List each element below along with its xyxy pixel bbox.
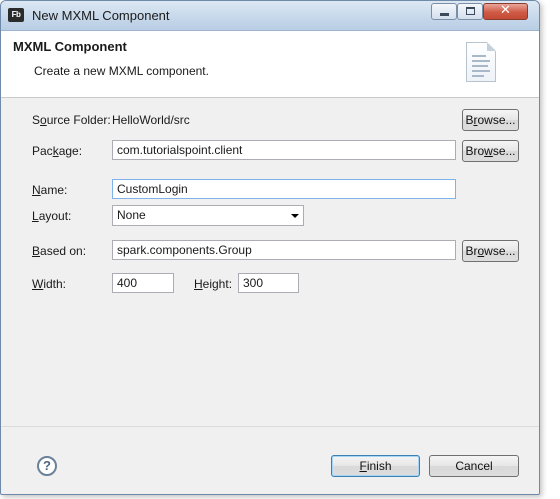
layout-select[interactable]: None (112, 205, 304, 226)
window-title: New MXML Component (32, 8, 170, 23)
finish-button[interactable]: Finish (331, 455, 420, 477)
footer-divider (1, 426, 539, 427)
width-input[interactable]: 400 (112, 273, 174, 293)
close-icon: ✕ (500, 3, 511, 18)
wizard-description: Create a new MXML component. (34, 64, 209, 78)
maximize-icon (466, 7, 475, 15)
minimize-button[interactable] (431, 3, 457, 20)
source-folder-browse-button[interactable]: Browse... (462, 109, 519, 131)
document-line (472, 65, 488, 67)
title-bar[interactable]: Fb New MXML Component ✕ (1, 1, 539, 31)
name-input[interactable]: CustomLogin (112, 179, 456, 199)
layout-label: Layout: (32, 209, 72, 223)
maximize-button[interactable] (457, 3, 483, 20)
wizard-header: MXML Component Create a new MXML compone… (1, 31, 539, 98)
minimize-icon (440, 13, 449, 16)
document-line (472, 60, 490, 62)
document-line (472, 55, 486, 57)
chevron-down-icon (291, 214, 299, 218)
package-browse-button[interactable]: Browse... (462, 140, 519, 162)
height-input[interactable]: 300 (238, 273, 299, 293)
source-folder-value: HelloWorld/src (112, 113, 190, 127)
wizard-title: MXML Component (13, 39, 127, 54)
based-on-browse-button[interactable]: Browse... (462, 240, 519, 262)
cancel-button[interactable]: Cancel (429, 455, 519, 477)
source-folder-label: Source Folder: (32, 113, 111, 127)
based-on-label: Based on: (32, 244, 87, 258)
document-line (472, 75, 484, 77)
package-input[interactable]: com.tutorialspoint.client (112, 140, 456, 160)
help-icon[interactable]: ? (37, 456, 57, 476)
based-on-input[interactable]: spark.components.Group (112, 240, 456, 260)
flash-builder-icon: Fb (8, 8, 24, 22)
height-label: Height: (194, 277, 233, 291)
layout-selected-value: None (117, 208, 146, 222)
dialog-window: Fb New MXML Component ✕ MXML Component C… (0, 0, 540, 495)
name-label: Name: (32, 183, 68, 197)
document-icon (466, 42, 496, 82)
document-line (472, 70, 490, 72)
package-label: Package: (32, 144, 83, 158)
width-label: Width: (32, 277, 67, 291)
close-button[interactable]: ✕ (483, 3, 528, 20)
